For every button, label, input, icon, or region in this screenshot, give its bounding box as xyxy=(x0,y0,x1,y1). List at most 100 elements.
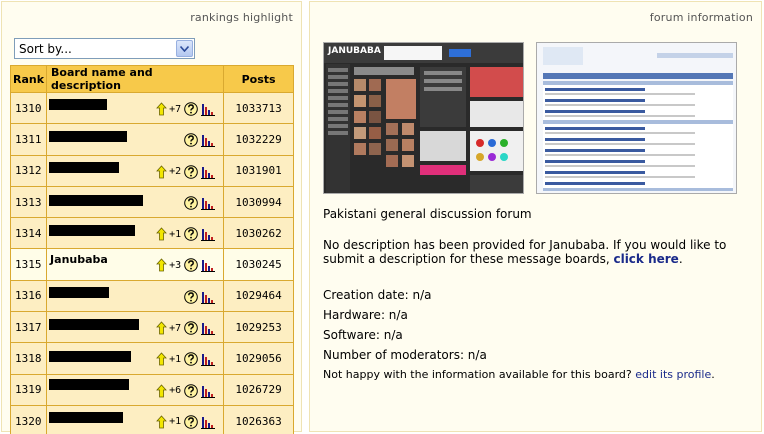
stats-icon[interactable] xyxy=(201,258,216,273)
help-icon[interactable] xyxy=(184,415,198,429)
up-arrow-icon xyxy=(156,102,168,116)
stats-icon[interactable] xyxy=(201,290,216,304)
rank-cell: 1318 xyxy=(9,342,48,375)
row-icons xyxy=(184,195,216,211)
help-icon[interactable] xyxy=(184,133,198,148)
rank-change: +2 xyxy=(169,166,182,178)
stats-icon[interactable] xyxy=(201,415,216,429)
forum-listing-screenshot-thumbnail[interactable] xyxy=(536,42,737,194)
not-happy-notice: Not happy with the information available… xyxy=(323,368,715,381)
posts-cell: 1032229 xyxy=(223,123,294,156)
table-row[interactable]: 1313 1030994 xyxy=(9,185,294,219)
help-icon[interactable] xyxy=(184,258,198,273)
up-arrow-icon xyxy=(156,164,168,179)
up-arrow-icon xyxy=(156,415,168,429)
forum-logo-text: JANUBABA xyxy=(328,46,381,56)
stats-icon[interactable] xyxy=(201,165,216,179)
sort-dropdown[interactable]: Sort by... xyxy=(14,38,195,59)
posts-cell: 1031901 xyxy=(223,154,294,187)
row-icons: +1 xyxy=(156,351,216,367)
sort-selected-value: Sort by... xyxy=(19,42,72,56)
posts-cell: 1030262 xyxy=(223,217,294,250)
stats-icon[interactable] xyxy=(201,352,216,367)
board-cell xyxy=(46,279,225,313)
redacted-board-name xyxy=(49,225,136,237)
board-cell: +2 xyxy=(46,154,225,187)
help-icon[interactable] xyxy=(184,196,198,210)
stats-icon[interactable] xyxy=(201,196,216,210)
posts-cell: 1033713 xyxy=(223,91,294,125)
edit-profile-link[interactable]: edit its profile xyxy=(635,368,711,381)
up-arrow-icon xyxy=(156,321,168,335)
stats-icon[interactable] xyxy=(201,321,216,336)
table-row[interactable]: 1318 +1 1029056 xyxy=(9,342,294,375)
creation-date: Creation date: n/a xyxy=(323,288,432,302)
rank-cell: 1315 xyxy=(9,248,48,281)
rank-change: +3 xyxy=(169,259,182,271)
help-icon[interactable] xyxy=(184,227,198,241)
redacted-board-name xyxy=(49,131,128,143)
table-row[interactable]: 1310 +7 1033713 xyxy=(9,91,294,125)
up-arrow-icon xyxy=(156,227,168,241)
moderators-count: Number of moderators: n/a xyxy=(323,348,487,362)
redacted-board-name xyxy=(49,411,124,423)
table-row[interactable]: 1311 1032229 xyxy=(9,123,294,156)
board-header: Board name and description xyxy=(46,65,225,93)
help-icon[interactable] xyxy=(184,289,198,304)
board-description: Pakistani general discussion forum xyxy=(323,207,532,221)
stats-icon[interactable] xyxy=(201,102,216,116)
rank-cell: 1320 xyxy=(9,404,48,434)
board-name-link[interactable]: Janubaba xyxy=(50,253,108,266)
up-arrow-icon xyxy=(156,384,168,398)
board-cell: +6 xyxy=(46,373,225,406)
forum-info-title: forum information xyxy=(649,11,753,24)
help-icon[interactable] xyxy=(184,164,198,179)
table-row[interactable]: 1317 +7 1029253 xyxy=(9,311,294,344)
redacted-board-name xyxy=(49,194,144,206)
board-cell: +1 xyxy=(46,404,225,434)
help-icon[interactable] xyxy=(184,383,198,398)
posts-cell: 1029056 xyxy=(223,342,294,375)
click-here-link[interactable]: click here xyxy=(613,252,678,266)
rank-change: +6 xyxy=(169,385,182,397)
chevron-down-icon[interactable] xyxy=(176,40,193,57)
posts-cell: 1030994 xyxy=(223,185,294,219)
stats-icon[interactable] xyxy=(201,227,216,242)
row-icons: +6 xyxy=(156,383,216,399)
rank-cell: 1310 xyxy=(9,91,48,125)
rank-cell: 1317 xyxy=(9,311,48,344)
table-row[interactable]: 1320 +1 1026363 xyxy=(9,404,294,434)
posts-cell: 1026363 xyxy=(223,404,294,434)
table-row[interactable]: 1314 +1 1030262 xyxy=(9,217,294,250)
stats-icon[interactable] xyxy=(201,384,216,398)
posts-header: Posts xyxy=(223,65,294,93)
table-row[interactable]: 1312 +2 1031901 xyxy=(9,154,294,187)
table-row[interactable]: 1319 +6 1026729 xyxy=(9,373,294,406)
rank-cell: 1316 xyxy=(9,279,48,313)
board-cell: +1 xyxy=(46,342,225,375)
not-happy-text: Not happy with the information available… xyxy=(323,368,632,381)
board-cell xyxy=(46,123,225,156)
software-info: Software: n/a xyxy=(323,328,403,342)
table-row[interactable]: 1315 Janubaba +3 1030245 xyxy=(9,248,294,281)
rank-cell: 1319 xyxy=(9,373,48,406)
row-icons: +1 xyxy=(156,414,216,430)
board-cell: +7 xyxy=(46,311,225,344)
rank-change: +1 xyxy=(169,228,182,240)
help-icon[interactable] xyxy=(184,321,198,335)
help-icon[interactable] xyxy=(184,352,198,367)
rank-change: +1 xyxy=(169,416,182,428)
forum-screenshot-thumbnail[interactable]: JANUBABA xyxy=(323,42,524,194)
help-icon[interactable] xyxy=(184,102,198,116)
table-row[interactable]: 1316 1029464 xyxy=(9,279,294,313)
row-icons: +3 xyxy=(156,257,216,273)
stats-icon[interactable] xyxy=(201,133,216,148)
redacted-board-name xyxy=(49,319,140,331)
board-cell: +7 xyxy=(46,91,225,125)
board-cell xyxy=(46,185,225,219)
redacted-board-name xyxy=(49,378,130,390)
rank-change: +7 xyxy=(169,103,182,115)
rank-cell: 1311 xyxy=(9,123,48,156)
redacted-board-name xyxy=(49,161,120,173)
not-happy-end: . xyxy=(711,368,715,381)
